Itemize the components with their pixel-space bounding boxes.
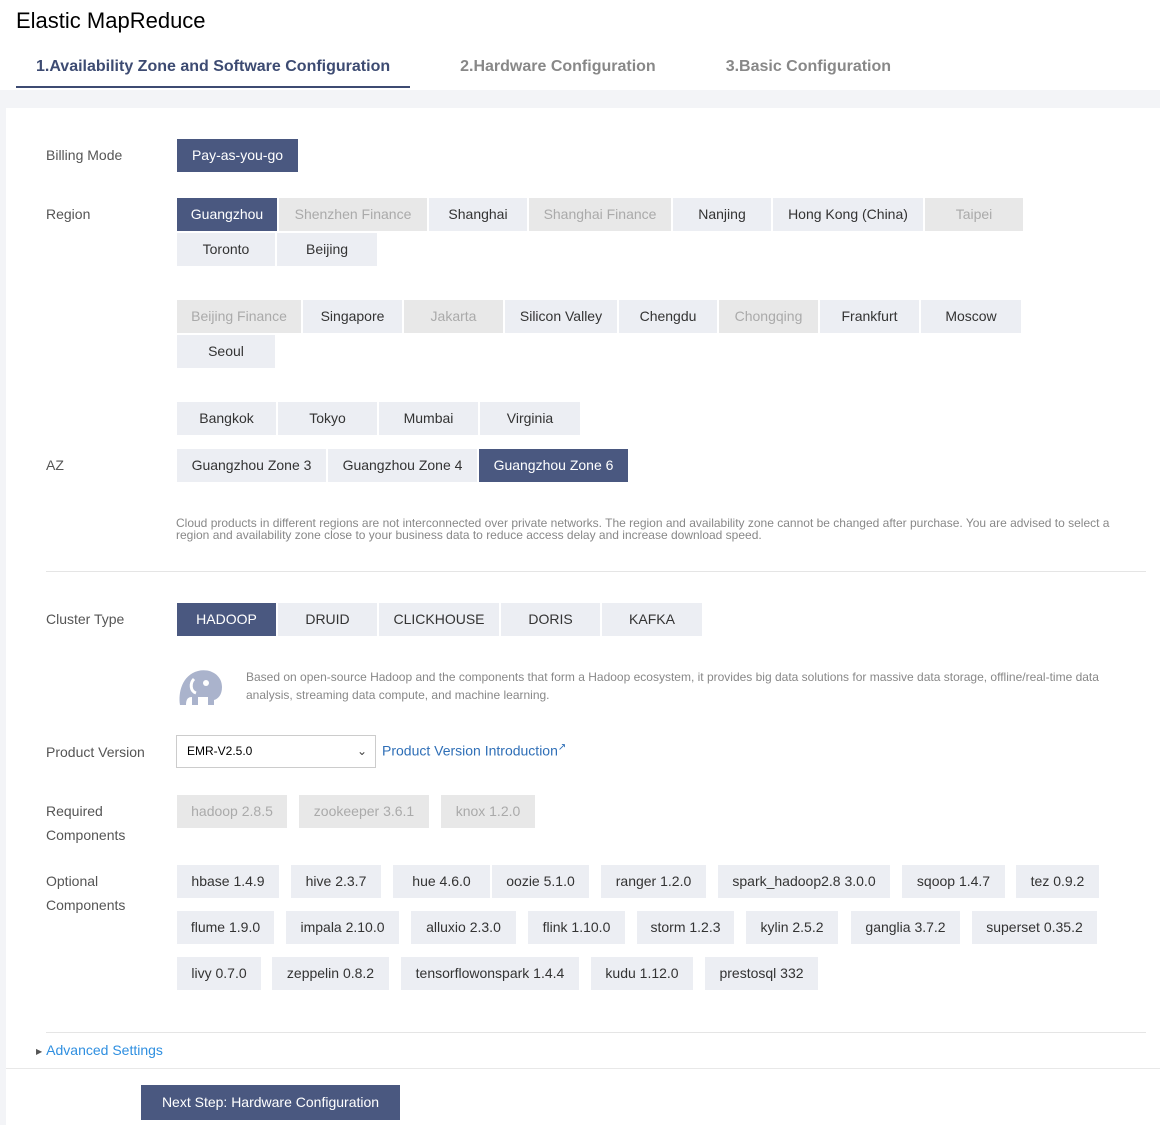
- region-option-singapore[interactable]: Singapore: [303, 300, 402, 333]
- region-option-beijing-finance[interactable]: Beijing Finance: [177, 300, 301, 333]
- optional-component-hive[interactable]: hive 2.3.7: [291, 865, 381, 898]
- required-component-hadoop: hadoop 2.8.5: [177, 795, 287, 828]
- optional-component-zeppelin[interactable]: zeppelin 0.8.2: [272, 957, 389, 990]
- region-option-virginia[interactable]: Virginia: [480, 402, 580, 435]
- optional-component-tensorflowonspark[interactable]: tensorflowonspark 1.4.4: [401, 957, 579, 990]
- optional-component-alluxio[interactable]: alluxio 2.3.0: [411, 911, 516, 944]
- product-version-select[interactable]: EMR-V2.5.0 ⌄: [176, 735, 376, 768]
- az-option-guangzhou-zone-4[interactable]: Guangzhou Zone 4: [328, 449, 477, 482]
- region-option-seoul[interactable]: Seoul: [177, 335, 275, 368]
- app-title: Elastic MapReduce: [16, 8, 206, 33]
- step-tab-availability-software[interactable]: 1.Availability Zone and Software Configu…: [16, 46, 411, 88]
- next-step-button[interactable]: Next Step: Hardware Configuration: [141, 1085, 400, 1120]
- config-panel: Billing Mode Pay-as-you-go Region Guangz…: [6, 108, 1160, 1125]
- advanced-settings-toggle[interactable]: ▶ Advanced Settings: [36, 1042, 163, 1058]
- region-option-chengdu[interactable]: Chengdu: [619, 300, 717, 333]
- optional-component-storm[interactable]: storm 1.2.3: [637, 911, 734, 944]
- billing-option-pay-as-you-go[interactable]: Pay-as-you-go: [177, 139, 298, 172]
- region-option-shanghai[interactable]: Shanghai: [429, 198, 527, 231]
- optional-component-flume[interactable]: flume 1.9.0: [177, 911, 274, 944]
- optional-component-tez[interactable]: tez 0.9.2: [1016, 865, 1099, 898]
- product-version-value: EMR-V2.5.0: [187, 744, 253, 758]
- section-divider: [46, 571, 1146, 572]
- chevron-down-icon: ⌄: [356, 744, 367, 758]
- optional-component-prestosql[interactable]: prestosql 332: [705, 957, 818, 990]
- step-tab-hardware[interactable]: 2.Hardware Configuration: [440, 46, 676, 88]
- region-option-frankfurt[interactable]: Frankfurt: [820, 300, 919, 333]
- step-tab-basic[interactable]: 3.Basic Configuration: [706, 46, 911, 88]
- step-tabs: 1.Availability Zone and Software Configu…: [16, 46, 941, 88]
- region-option-beijing[interactable]: Beijing: [277, 233, 377, 266]
- cluster-option-doris[interactable]: DORIS: [501, 603, 600, 636]
- optional-component-spark[interactable]: spark_hadoop2.8 3.0.0: [718, 865, 890, 898]
- section-divider: [46, 1032, 1146, 1033]
- cluster-option-druid[interactable]: DRUID: [278, 603, 377, 636]
- az-note-line-2: region and availability zone close to yo…: [176, 528, 762, 542]
- optional-component-sqoop[interactable]: sqoop 1.4.7: [902, 865, 1005, 898]
- region-option-toronto[interactable]: Toronto: [177, 233, 275, 266]
- optional-component-kudu[interactable]: kudu 1.12.0: [591, 957, 693, 990]
- product-version-intro-link[interactable]: Product Version Introduction↗: [382, 742, 566, 759]
- header: Elastic MapReduce 1.Availability Zone an…: [0, 0, 1160, 90]
- caret-right-icon: ▶: [36, 1046, 43, 1056]
- optional-component-superset[interactable]: superset 0.35.2: [972, 911, 1097, 944]
- region-option-guangzhou[interactable]: Guangzhou: [177, 198, 277, 231]
- required-component-knox: knox 1.2.0: [441, 795, 535, 828]
- optional-component-ranger[interactable]: ranger 1.2.0: [601, 865, 706, 898]
- cluster-option-hadoop[interactable]: HADOOP: [177, 603, 276, 636]
- cluster-description-line-2: analysis, streaming data compute, and ma…: [246, 688, 550, 702]
- region-option-mumbai[interactable]: Mumbai: [379, 402, 478, 435]
- optional-component-hue[interactable]: hue 4.6.0: [393, 865, 490, 898]
- optional-component-ganglia[interactable]: ganglia 3.7.2: [851, 911, 960, 944]
- region-option-shanghai-finance[interactable]: Shanghai Finance: [529, 198, 671, 231]
- az-label: AZ: [46, 457, 64, 473]
- region-option-taipei[interactable]: Taipei: [925, 198, 1023, 231]
- required-components-label-line-1: Required: [46, 803, 103, 819]
- advanced-settings-label: Advanced Settings: [46, 1042, 163, 1058]
- region-label: Region: [46, 206, 91, 222]
- region-option-hong-kong[interactable]: Hong Kong (China): [773, 198, 923, 231]
- cluster-description: Based on open-source Hadoop and the comp…: [246, 668, 1126, 704]
- region-option-nanjing[interactable]: Nanjing: [673, 198, 771, 231]
- optional-component-kylin[interactable]: kylin 2.5.2: [746, 911, 838, 944]
- az-option-guangzhou-zone-3[interactable]: Guangzhou Zone 3: [177, 449, 326, 482]
- optional-component-livy[interactable]: livy 0.7.0: [177, 957, 261, 990]
- optional-component-hbase[interactable]: hbase 1.4.9: [177, 865, 279, 898]
- region-option-silicon-valley[interactable]: Silicon Valley: [505, 300, 617, 333]
- product-version-label: Product Version: [46, 744, 145, 760]
- region-option-shenzhen-finance[interactable]: Shenzhen Finance: [279, 198, 427, 231]
- region-option-bangkok[interactable]: Bangkok: [177, 402, 276, 435]
- optional-components-label-line-2: Components: [46, 897, 126, 913]
- optional-components-label-line-1: Optional: [46, 873, 99, 889]
- required-components-label-line-2: Components: [46, 827, 126, 843]
- optional-component-flink[interactable]: flink 1.10.0: [528, 911, 625, 944]
- external-link-icon: ↗: [557, 742, 567, 753]
- region-option-jakarta[interactable]: Jakarta: [404, 300, 503, 333]
- hadoop-elephant-icon: [179, 670, 222, 705]
- footer-divider: [6, 1068, 1160, 1069]
- cluster-description-line-1: Based on open-source Hadoop and the comp…: [246, 670, 1099, 684]
- product-version-intro-link-text: Product Version Introduction: [382, 742, 558, 759]
- region-option-tokyo[interactable]: Tokyo: [278, 402, 377, 435]
- cluster-option-kafka[interactable]: KAFKA: [602, 603, 702, 636]
- optional-component-oozie[interactable]: oozie 5.1.0: [492, 865, 589, 898]
- billing-mode-label: Billing Mode: [46, 147, 123, 163]
- region-option-moscow[interactable]: Moscow: [921, 300, 1021, 333]
- required-component-zookeeper: zookeeper 3.6.1: [299, 795, 429, 828]
- cluster-type-label: Cluster Type: [46, 611, 125, 627]
- az-option-guangzhou-zone-6[interactable]: Guangzhou Zone 6: [479, 449, 628, 482]
- region-option-chongqing[interactable]: Chongqing: [719, 300, 818, 333]
- optional-component-impala[interactable]: impala 2.10.0: [286, 911, 399, 944]
- cluster-option-clickhouse[interactable]: CLICKHOUSE: [379, 603, 499, 636]
